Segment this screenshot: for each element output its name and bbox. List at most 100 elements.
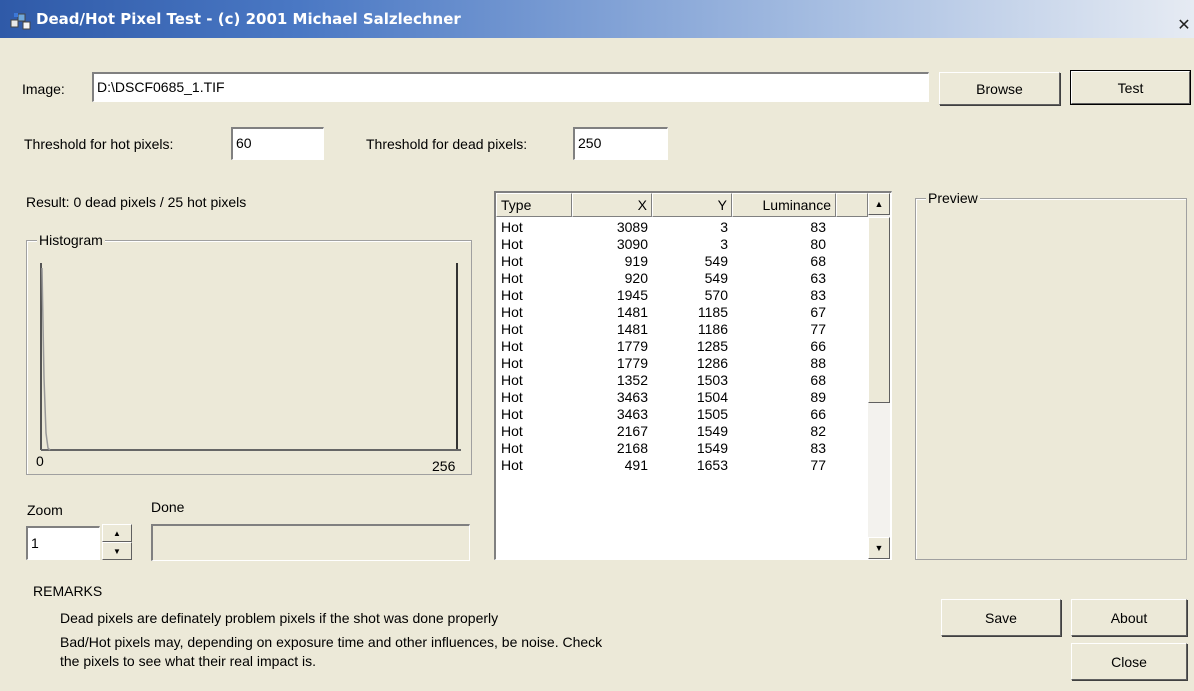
table-row[interactable]: Hot 1779 1286 88 <box>496 355 868 372</box>
cell-type: Hot <box>501 219 523 235</box>
cell-y: 570 <box>704 287 728 303</box>
cell-luminance: 68 <box>810 372 826 388</box>
image-label: Image: <box>22 81 65 97</box>
cell-y: 549 <box>704 253 728 269</box>
close-button[interactable]: Close <box>1071 643 1187 680</box>
cell-y: 3 <box>720 236 728 252</box>
about-button[interactable]: About <box>1071 599 1187 636</box>
table-row[interactable]: Hot 2168 1549 83 <box>496 440 868 457</box>
cell-luminance: 68 <box>810 253 826 269</box>
cell-y: 1503 <box>696 372 728 388</box>
cell-type: Hot <box>501 440 523 456</box>
column-x[interactable]: X <box>572 193 652 217</box>
cell-x: 1779 <box>616 355 648 371</box>
scroll-up-icon[interactable]: ▲ <box>868 193 890 215</box>
cell-x: 3090 <box>616 236 648 252</box>
table-row[interactable]: Hot 3463 1504 89 <box>496 389 868 406</box>
cell-x: 1481 <box>616 321 648 337</box>
histogram-max-label: 256 <box>432 458 456 474</box>
progress-bar <box>151 524 470 561</box>
remarks-line-2: Bad/Hot pixels may, depending on exposur… <box>60 634 603 650</box>
cell-luminance: 82 <box>810 423 826 439</box>
cell-x: 2168 <box>616 440 648 456</box>
zoom-spinner: ▲ ▼ <box>102 524 132 560</box>
table-row[interactable]: Hot 3090 3 80 <box>496 236 868 253</box>
list-scrollbar[interactable]: ▲ ▼ <box>868 193 890 559</box>
table-row[interactable]: Hot 3089 3 83 <box>496 219 868 236</box>
cell-x: 1481 <box>616 304 648 320</box>
cell-luminance: 77 <box>810 457 826 473</box>
cell-type: Hot <box>501 253 523 269</box>
dead-threshold-input[interactable]: 250 <box>573 127 668 160</box>
table-row[interactable]: Hot 1481 1186 77 <box>496 321 868 338</box>
browse-button[interactable]: Browse <box>939 72 1060 105</box>
cell-x: 3089 <box>616 219 648 235</box>
image-path-input[interactable]: D:\DSCF0685_1.TIF <box>92 72 929 102</box>
cell-type: Hot <box>501 287 523 303</box>
dead-threshold-label: Threshold for dead pixels: <box>366 136 528 152</box>
table-row[interactable]: Hot 1352 1503 68 <box>496 372 868 389</box>
table-row[interactable]: Hot 2167 1549 82 <box>496 423 868 440</box>
cell-y: 3 <box>720 219 728 235</box>
column-filler <box>836 193 868 217</box>
cell-luminance: 88 <box>810 355 826 371</box>
table-row[interactable]: Hot 491 1653 77 <box>496 457 868 474</box>
cell-luminance: 77 <box>810 321 826 337</box>
cell-type: Hot <box>501 389 523 405</box>
hot-threshold-input[interactable]: 60 <box>231 127 324 160</box>
hot-threshold-label: Threshold for hot pixels: <box>24 136 174 152</box>
zoom-input[interactable]: 1 <box>26 526 100 560</box>
cell-luminance: 63 <box>810 270 826 286</box>
cell-x: 3463 <box>616 389 648 405</box>
cell-x: 1945 <box>616 287 648 303</box>
cell-x: 3463 <box>616 406 648 422</box>
cell-type: Hot <box>501 304 523 320</box>
app-icon <box>10 13 31 30</box>
cell-type: Hot <box>501 406 523 422</box>
cell-x: 491 <box>624 457 648 473</box>
table-row[interactable]: Hot 3463 1505 66 <box>496 406 868 423</box>
scroll-thumb[interactable] <box>868 217 890 403</box>
cell-x: 919 <box>624 253 648 269</box>
cell-type: Hot <box>501 338 523 354</box>
result-text: Result: 0 dead pixels / 25 hot pixels <box>26 194 247 210</box>
remarks-line-3: the pixels to see what their real impact… <box>60 653 317 669</box>
table-row[interactable]: Hot 1945 570 83 <box>496 287 868 304</box>
cell-y: 1186 <box>697 321 728 337</box>
close-icon[interactable]: ✕ <box>1176 16 1192 34</box>
remarks-line-1: Dead pixels are definately problem pixel… <box>60 610 499 626</box>
pixel-list[interactable]: Type X Y Luminance Hot 3089 3 83 Hot 3090 3 80 H… <box>494 191 892 560</box>
scroll-down-icon[interactable]: ▼ <box>868 537 890 559</box>
title-bar[interactable]: Dead/Hot Pixel Test - (c) 2001 Michael S… <box>0 0 1194 38</box>
cell-type: Hot <box>501 355 523 371</box>
cell-y: 1505 <box>696 406 728 422</box>
column-type[interactable]: Type <box>496 193 572 217</box>
zoom-down-icon[interactable]: ▼ <box>102 542 132 560</box>
histogram-curve <box>41 267 51 451</box>
cell-luminance: 66 <box>810 406 826 422</box>
preview-group <box>915 198 1187 560</box>
cell-y: 1286 <box>696 355 728 371</box>
table-row[interactable]: Hot 1481 1185 67 <box>496 304 868 321</box>
zoom-up-icon[interactable]: ▲ <box>102 524 132 542</box>
test-button[interactable]: Test <box>1070 70 1191 105</box>
cell-y: 1504 <box>696 389 728 405</box>
table-row[interactable]: Hot 920 549 63 <box>496 270 868 287</box>
remarks-title: REMARKS <box>33 583 103 599</box>
cell-type: Hot <box>501 457 523 473</box>
save-button[interactable]: Save <box>941 599 1061 636</box>
cell-y: 1549 <box>696 423 728 439</box>
cell-luminance: 66 <box>810 338 826 354</box>
column-luminance[interactable]: Luminance <box>732 193 836 217</box>
cell-y: 549 <box>704 270 728 286</box>
cell-x: 2167 <box>616 423 648 439</box>
preview-title: Preview <box>926 190 980 206</box>
done-label: Done <box>151 499 185 515</box>
cell-x: 1352 <box>616 372 648 388</box>
column-y[interactable]: Y <box>652 193 732 217</box>
table-row[interactable]: Hot 1779 1285 66 <box>496 338 868 355</box>
list-rows: Hot 3089 3 83 Hot 3090 3 80 Hot 919 549 68 Hot 920 549… <box>496 219 868 474</box>
table-row[interactable]: Hot 919 549 68 <box>496 253 868 270</box>
cell-luminance: 67 <box>810 304 826 320</box>
cell-luminance: 83 <box>810 440 826 456</box>
